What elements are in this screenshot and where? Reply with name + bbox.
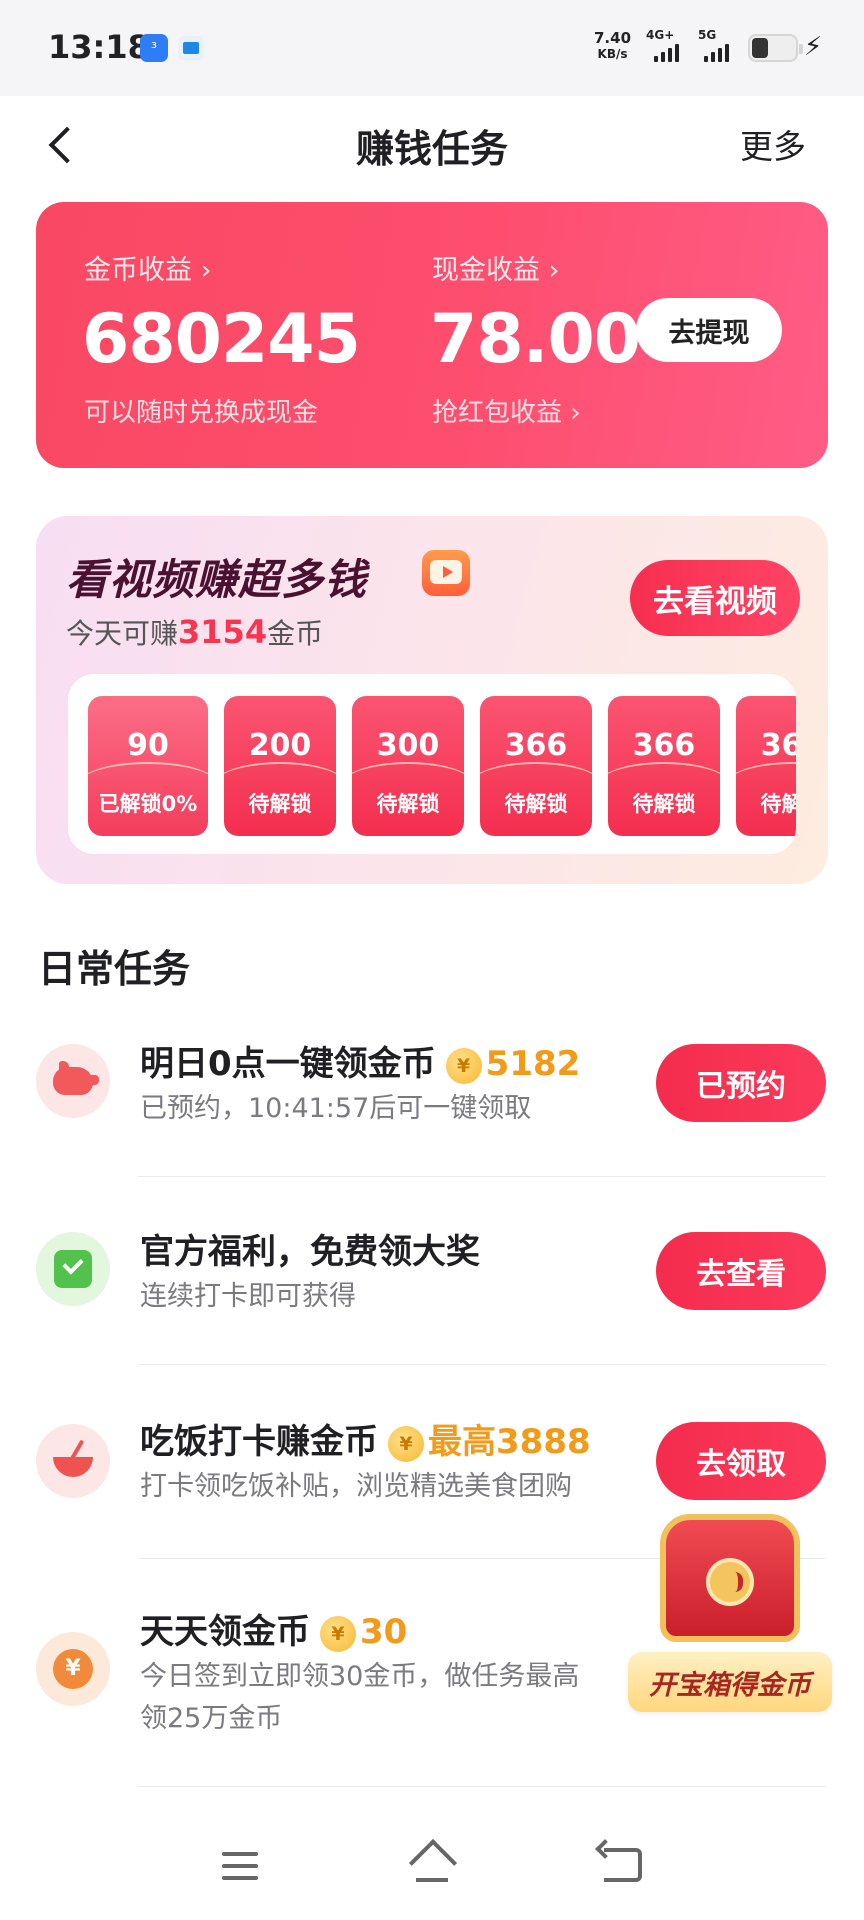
cash-earnings-value: 78.00 (430, 300, 641, 379)
red-packet-earnings-link[interactable]: 抢红包收益 › (432, 392, 581, 429)
task-title-text: 吃饭打卡赚金币 (140, 1422, 378, 1462)
task-title-text: 天天领金币 (140, 1612, 310, 1652)
coin-earnings-link[interactable]: 金币收益 › (84, 248, 211, 287)
status-time: 13:18 (48, 28, 150, 66)
reward-strip[interactable]: 90 已解锁0% 200 待解锁 300 待解锁 366 待解锁 366 待解锁… (68, 674, 796, 854)
page-header: 赚钱任务 更多 (0, 96, 864, 192)
video-coin-total: 3154 (178, 613, 268, 651)
reserved-button[interactable]: 已预约 (656, 1044, 826, 1122)
treasure-chest-label: 开宝箱得金币 (628, 1652, 832, 1712)
task-desc: 连续打卡即可获得 (140, 1281, 356, 1312)
radio-app-icon: ³ (140, 34, 168, 62)
video-sub-suffix: 金币 (267, 617, 324, 650)
chest-lock-icon (706, 1558, 754, 1606)
reward-status: 待解锁 (760, 792, 797, 816)
status-bar: 13:18 ³ 7.40 KB/s 4G+ 5G ⚡ (0, 0, 864, 96)
task-title: 吃饭打卡赚金币 ¥ 最高3888 (140, 1414, 591, 1463)
watch-video-button[interactable]: 去看视频 (630, 560, 800, 636)
signal-5g-icon (704, 44, 729, 62)
coin-icon: ¥ (445, 1048, 482, 1084)
battery-icon (748, 34, 803, 62)
reward-amount: 300 (376, 728, 440, 763)
calendar-check-icon (36, 1232, 110, 1306)
video-card-title: 看视频赚超多钱 (66, 555, 368, 604)
bowl-icon (36, 1424, 110, 1498)
more-button[interactable]: 更多 (740, 120, 806, 168)
task-title-text: 明日0点一键领金币 (140, 1044, 436, 1084)
reward-status: 待解锁 (376, 792, 440, 816)
network-speed: 7.40 KB/s (594, 30, 631, 62)
reward-status: 待解锁 (504, 792, 568, 816)
task-coin-amount: 最高3888 (428, 1422, 591, 1462)
watch-video-card: 看视频赚超多钱 今天可赚3154金币 去看视频 90 已解锁0% 200 待解锁… (36, 516, 828, 884)
task-desc-line: 领25万金币 (140, 1703, 283, 1734)
cash-earnings-link[interactable]: 现金收益 › (432, 248, 559, 287)
reward-status: 待解锁 (632, 792, 696, 816)
yen-coin-icon: ¥ (36, 1632, 110, 1706)
reward-amount: 366 (760, 728, 796, 763)
divider (138, 1786, 826, 1787)
coin-icon: ¥ (388, 1426, 424, 1462)
task-title: 天天领金币 ¥30 (140, 1604, 407, 1653)
piggy-bank-icon (36, 1044, 110, 1118)
reward-amount: 366 (504, 728, 568, 763)
page-title: 赚钱任务 (355, 127, 508, 171)
signal-4g-icon (654, 44, 679, 62)
task-desc: 今日签到立即领30金币，做任务最高 领25万金币 (140, 1656, 579, 1740)
back-nav-icon[interactable] (604, 1848, 642, 1882)
video-card-subtitle: 今天可赚3154金币 (66, 612, 323, 652)
reward-amount: 90 (127, 728, 169, 763)
divider (138, 1176, 826, 1177)
speed-unit: KB/s (597, 47, 628, 61)
network-4g-label: 4G+ (646, 28, 675, 42)
speed-value: 7.40 (594, 29, 632, 47)
coin-earnings-note: 可以随时兑换成现金 (84, 398, 319, 428)
task-item: 官方福利，免费领大奖 连续打卡即可获得 去查看 (0, 1208, 864, 1358)
reward-tile: 200 待解锁 (224, 696, 336, 836)
reward-amount: 366 (632, 728, 696, 763)
charging-icon: ⚡ (804, 32, 823, 62)
home-icon[interactable] (408, 1842, 456, 1886)
menu-icon[interactable] (222, 1852, 258, 1882)
message-app-icon (178, 36, 204, 60)
reward-tile: 366 待解锁 (736, 696, 796, 836)
view-button[interactable]: 去查看 (656, 1232, 826, 1310)
reward-tile: 300 待解锁 (352, 696, 464, 836)
task-desc-line: 今日签到立即领30金币，做任务最高 (140, 1661, 580, 1692)
coin-icon: ¥ (320, 1616, 356, 1652)
reward-status: 已解锁0% (98, 792, 198, 816)
withdraw-button[interactable]: 去提现 (636, 298, 782, 362)
divider (138, 1364, 826, 1365)
tv-icon (422, 550, 470, 596)
task-desc: 已预约，10:41:57后可一键领取 (140, 1093, 532, 1124)
reward-status: 待解锁 (248, 792, 312, 816)
reward-tile: 366 待解锁 (608, 696, 720, 836)
network-5g-label: 5G (698, 28, 717, 42)
task-coin-amount: 30 (360, 1612, 408, 1652)
earnings-card: 金币收益 › 680245 可以随时兑换成现金 现金收益 › 78.00 抢红包… (36, 202, 828, 468)
treasure-chest-widget[interactable]: 开宝箱得金币 (628, 1500, 832, 1720)
claim-button[interactable]: 去领取 (656, 1422, 826, 1500)
yen-glyph: ¥ (53, 1649, 93, 1689)
system-nav-bar (0, 1816, 864, 1920)
reward-tile: 90 已解锁0% (88, 696, 208, 836)
task-coin-amount: 5182 (485, 1044, 581, 1084)
task-desc: 打卡领吃饭补贴，浏览精选美食团购 (140, 1471, 572, 1502)
coin-earnings-value: 680245 (82, 300, 361, 379)
reward-amount: 200 (248, 728, 312, 763)
daily-tasks-title: 日常任务 (38, 947, 191, 991)
task-title: 明日0点一键领金币 ¥5182 (140, 1036, 580, 1085)
reward-tile: 366 待解锁 (480, 696, 592, 836)
task-title: 官方福利，免费领大奖 (140, 1232, 480, 1272)
video-sub-prefix: 今天可赚 (66, 617, 179, 650)
task-item: 明日0点一键领金币 ¥5182 已预约，10:41:57后可一键领取 已预约 (0, 1020, 864, 1170)
